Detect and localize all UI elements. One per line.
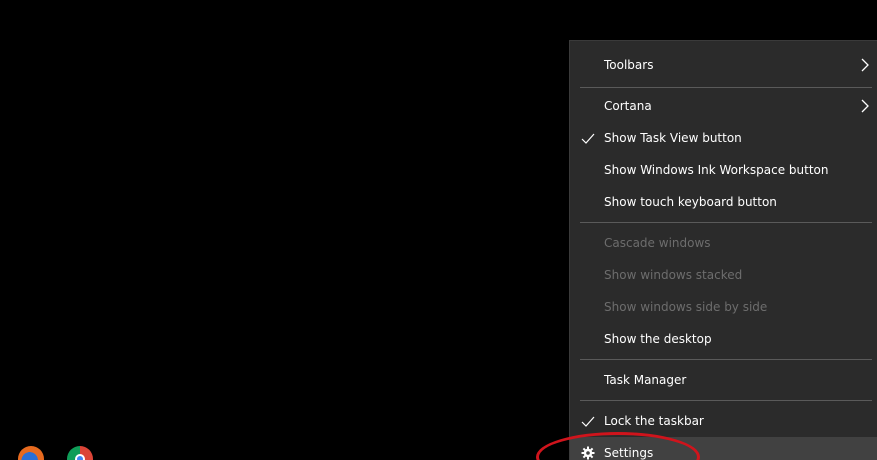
checkmark-icon: [581, 133, 595, 144]
chevron-right-icon: [861, 99, 869, 113]
menu-item-cortana[interactable]: Cortana: [570, 90, 877, 122]
menu-item-show-ink-workspace[interactable]: Show Windows Ink Workspace button: [570, 154, 877, 186]
menu-separator: [580, 87, 872, 88]
menu-item-label: Show windows stacked: [604, 268, 743, 282]
menu-item-show-desktop[interactable]: Show the desktop: [570, 323, 877, 355]
menu-item-label: Show touch keyboard button: [604, 195, 777, 209]
taskbar-context-menu: Toolbars Cortana Show Task View button S…: [569, 40, 877, 460]
chevron-right-icon: [861, 58, 869, 72]
menu-item-label: Show the desktop: [604, 332, 712, 346]
menu-separator: [580, 222, 872, 223]
menu-item-cascade-windows: Cascade windows: [570, 227, 877, 259]
menu-item-label: Show Task View button: [604, 131, 742, 145]
menu-item-label: Show windows side by side: [604, 300, 768, 314]
chrome-icon-center: [75, 454, 85, 460]
menu-item-show-windows-side-by-side: Show windows side by side: [570, 291, 877, 323]
menu-item-label: Cortana: [604, 99, 652, 113]
menu-item-show-touch-keyboard[interactable]: Show touch keyboard button: [570, 186, 877, 218]
menu-item-label: Task Manager: [604, 373, 687, 387]
menu-item-label: Show Windows Ink Workspace button: [604, 163, 829, 177]
menu-item-label: Cascade windows: [604, 236, 711, 250]
menu-item-show-windows-stacked: Show windows stacked: [570, 259, 877, 291]
menu-separator: [580, 400, 872, 401]
firefox-icon[interactable]: [18, 446, 44, 460]
checkmark-icon: [581, 416, 595, 427]
menu-item-toolbars[interactable]: Toolbars: [570, 49, 877, 81]
menu-item-show-task-view[interactable]: Show Task View button: [570, 122, 877, 154]
menu-item-task-manager[interactable]: Task Manager: [570, 364, 877, 396]
menu-item-label: Toolbars: [604, 58, 654, 72]
menu-separator: [580, 359, 872, 360]
desktop: Toolbars Cortana Show Task View button S…: [0, 0, 877, 460]
chrome-icon[interactable]: [67, 446, 93, 460]
